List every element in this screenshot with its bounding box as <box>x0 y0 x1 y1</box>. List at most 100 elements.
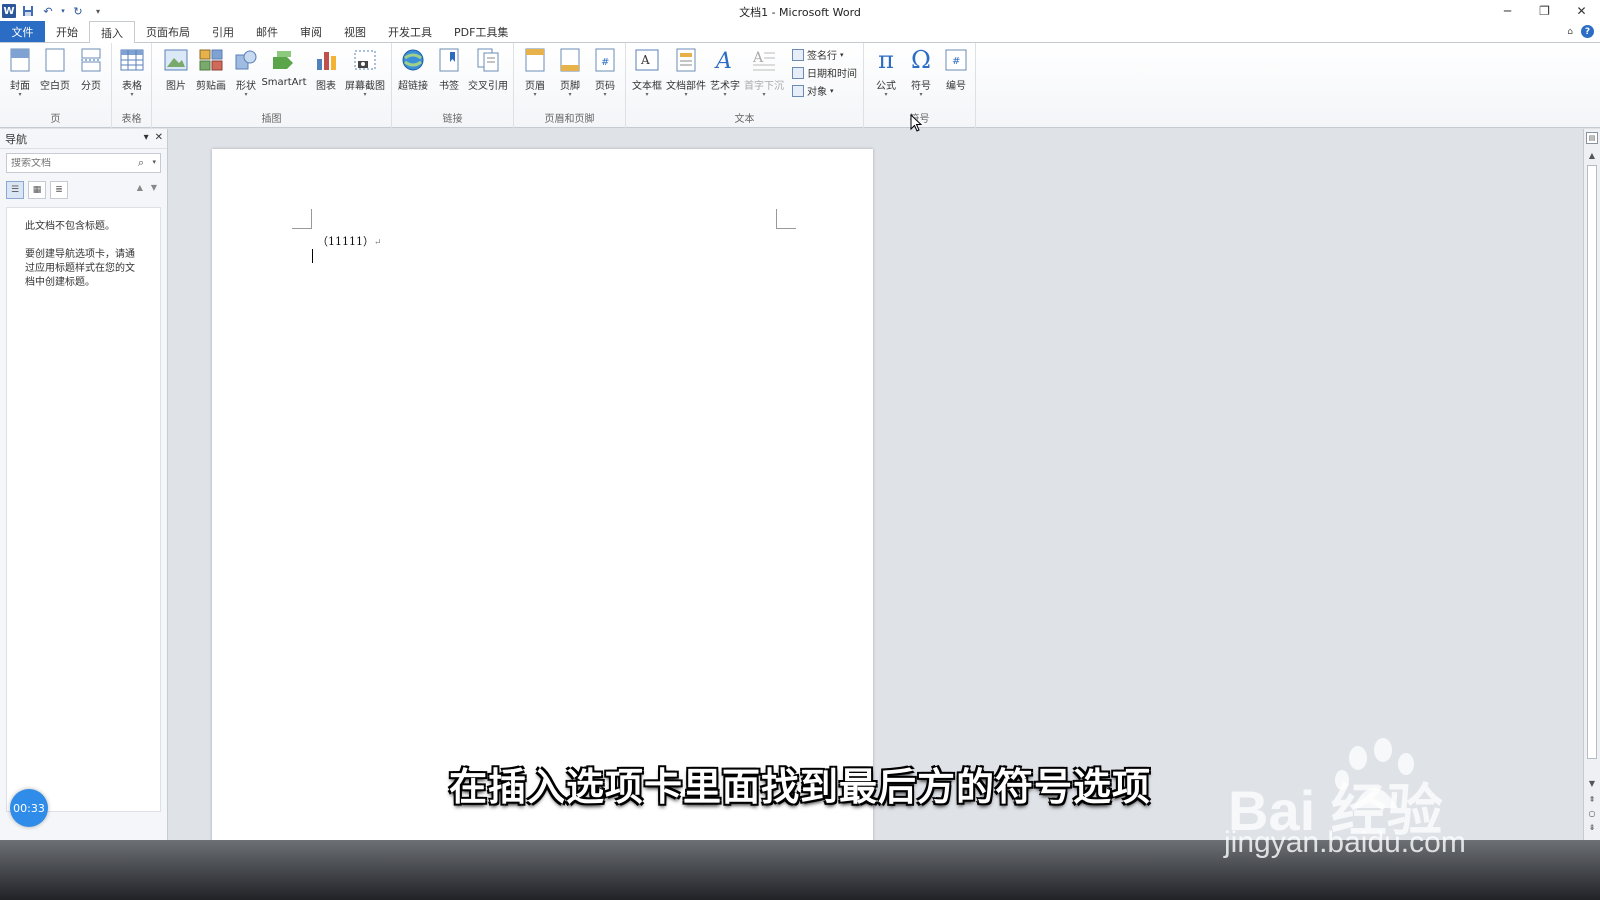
redo-icon[interactable]: ↻ <box>70 3 86 19</box>
chart-button[interactable]: 图表 <box>309 46 343 104</box>
screenshot-button[interactable]: 屏幕截图 ▾ <box>342 46 388 104</box>
nav-search-input[interactable] <box>11 157 131 169</box>
page-number-icon: # <box>592 46 618 74</box>
nav-pane-content: 此文档不包含标题。 要创建导航选项卡，请通过应用标题样式在您的文档中创建标题。 <box>6 207 161 812</box>
table-button[interactable]: 表格 ▾ <box>115 46 149 104</box>
minimize-button[interactable]: ─ <box>1489 0 1526 22</box>
document-page[interactable]: （11111）↵ <box>212 149 873 849</box>
hyperlink-button[interactable]: 超链接 <box>396 46 430 104</box>
smartart-button[interactable]: SmartArt <box>261 46 307 104</box>
word-app-icon[interactable]: W <box>2 4 16 18</box>
vertical-scrollbar[interactable]: ▤ ▲ ▼ ⇞ ○ ⇟ <box>1583 129 1600 840</box>
ruler-toggle-icon[interactable]: ▤ <box>1586 132 1598 144</box>
nav-search-box: ⌕ ▾ <box>6 153 161 173</box>
undo-icon[interactable]: ↶ <box>40 3 56 19</box>
signature-line-icon <box>792 48 804 61</box>
symbol-button[interactable]: Ω 符号 ▾ <box>904 46 938 104</box>
clipart-button[interactable]: 剪贴画 <box>194 46 228 104</box>
group-links: 超链接 书签 交叉引用 链接 <box>392 43 514 128</box>
chart-icon <box>313 46 339 74</box>
margin-corner-top-left <box>292 209 312 229</box>
tab-view[interactable]: 视图 <box>333 21 377 42</box>
quick-access-toolbar: W ↶ ▾ ↻ ▾ <box>0 0 106 22</box>
nav-help-message: 要创建导航选项卡，请通过应用标题样式在您的文档中创建标题。 <box>25 249 135 288</box>
tab-references[interactable]: 引用 <box>201 21 245 42</box>
customize-qat-icon[interactable]: ▾ <box>90 3 106 19</box>
pi-icon: π <box>878 46 894 74</box>
pages-view-icon[interactable]: ▦ <box>28 181 46 199</box>
search-icon[interactable]: ⌕ <box>138 156 144 170</box>
tab-mailings[interactable]: 邮件 <box>245 21 289 42</box>
picture-icon <box>163 46 189 74</box>
document-area[interactable]: （11111）↵ <box>169 129 1583 849</box>
restore-button[interactable]: ❐ <box>1526 0 1563 22</box>
next-page-icon[interactable]: ⇟ <box>1586 821 1598 833</box>
dropcap-icon: A <box>751 46 777 74</box>
shapes-icon <box>233 46 259 74</box>
hyperlink-icon <box>400 46 426 74</box>
headings-view-icon[interactable]: ☰ <box>6 181 24 199</box>
paragraph-mark-icon: ↵ <box>374 238 382 248</box>
textbox-button[interactable]: A 文本框 ▾ <box>630 46 664 104</box>
navigation-pane: 导航 ▾ ✕ ⌕ ▾ ☰ ▦ ≣ ▲ ▼ 此文档不包含标题。 要创建导航选项卡，… <box>0 129 168 840</box>
margin-corner-top-right <box>776 209 796 229</box>
footer-button[interactable]: 页脚 ▾ <box>553 46 587 104</box>
numbering-button[interactable]: # 编号 <box>939 46 973 104</box>
svg-text:#: # <box>952 56 960 67</box>
textbox-icon: A <box>634 46 660 74</box>
page-break-button[interactable]: 分页 <box>74 46 108 104</box>
save-icon[interactable] <box>20 3 36 19</box>
tab-pdf-tools[interactable]: PDF工具集 <box>443 21 519 42</box>
tab-home[interactable]: 开始 <box>45 21 89 42</box>
tab-review[interactable]: 审阅 <box>289 21 333 42</box>
watermark-url: jingyan.baidu.com <box>1224 826 1466 859</box>
omega-icon: Ω <box>911 46 931 74</box>
group-text: A 文本框 ▾ 文档部件 ▾ A 艺术字 ▾ A 首字下沉 ▾ 签名行 ▾ 日期… <box>626 43 864 128</box>
wordart-button[interactable]: A 艺术字 ▾ <box>708 46 742 104</box>
next-heading-icon[interactable]: ▼ <box>151 183 157 192</box>
nav-close-icon[interactable]: ✕ <box>155 132 163 143</box>
minimize-ribbon-icon[interactable]: ⌂ <box>1567 27 1573 37</box>
page-break-icon <box>78 46 104 74</box>
screenshot-icon <box>352 46 378 74</box>
tab-developer[interactable]: 开发工具 <box>377 21 443 42</box>
tab-page-layout[interactable]: 页面布局 <box>135 21 201 42</box>
signature-line-button[interactable]: 签名行 ▾ <box>792 46 844 63</box>
cover-page-button[interactable]: 封面 ▾ <box>3 46 37 104</box>
page-number-button[interactable]: # 页码 ▾ <box>588 46 622 104</box>
header-button[interactable]: 页眉 ▾ <box>518 46 552 104</box>
help-icon[interactable]: ? <box>1581 25 1594 38</box>
blank-page-button[interactable]: 空白页 <box>38 46 72 104</box>
calendar-icon <box>792 66 804 79</box>
object-icon <box>792 84 804 97</box>
nav-view-tabs: ☰ ▦ ≣ ▲ ▼ <box>6 179 161 201</box>
close-button[interactable]: ✕ <box>1563 0 1600 22</box>
ribbon-tabs: 文件 开始 插入 页面布局 引用 邮件 审阅 视图 开发工具 PDF工具集 ⌂ … <box>0 21 1600 43</box>
mouse-cursor-icon <box>910 114 922 132</box>
text-caret <box>312 249 313 263</box>
document-paragraph[interactable]: （11111）↵ <box>317 233 382 249</box>
results-view-icon[interactable]: ≣ <box>50 181 68 199</box>
dropcap-button[interactable]: A 首字下沉 ▾ <box>744 46 784 104</box>
video-subtitle: 在插入选项卡里面找到最后方的符号选项 <box>448 765 1151 809</box>
object-button[interactable]: 对象 ▾ <box>792 82 834 99</box>
search-options-dropdown-icon[interactable]: ▾ <box>152 158 156 166</box>
quick-parts-button[interactable]: 文档部件 ▾ <box>666 46 706 104</box>
shapes-button[interactable]: 形状 ▾ <box>229 46 263 104</box>
scroll-thumb[interactable] <box>1587 165 1597 759</box>
numbering-icon: # <box>943 46 969 74</box>
nav-options-dropdown-icon[interactable]: ▾ <box>144 132 149 143</box>
bookmark-button[interactable]: 书签 <box>432 46 466 104</box>
equation-button[interactable]: π 公式 ▾ <box>869 46 903 104</box>
tab-insert[interactable]: 插入 <box>89 21 135 43</box>
group-header-footer: 页眉 ▾ 页脚 ▾ # 页码 ▾ 页眉和页脚 <box>514 43 626 128</box>
previous-heading-icon[interactable]: ▲ <box>137 183 143 192</box>
scroll-up-icon[interactable]: ▲ <box>1586 149 1598 161</box>
tab-file[interactable]: 文件 <box>0 21 45 42</box>
date-time-button[interactable]: 日期和时间 <box>792 64 857 81</box>
picture-button[interactable]: 图片 <box>159 46 193 104</box>
undo-dropdown-icon[interactable]: ▾ <box>60 3 66 19</box>
footer-icon <box>557 46 583 74</box>
cross-reference-button[interactable]: 交叉引用 <box>466 46 510 104</box>
nav-pane-title: 导航 <box>5 132 27 146</box>
